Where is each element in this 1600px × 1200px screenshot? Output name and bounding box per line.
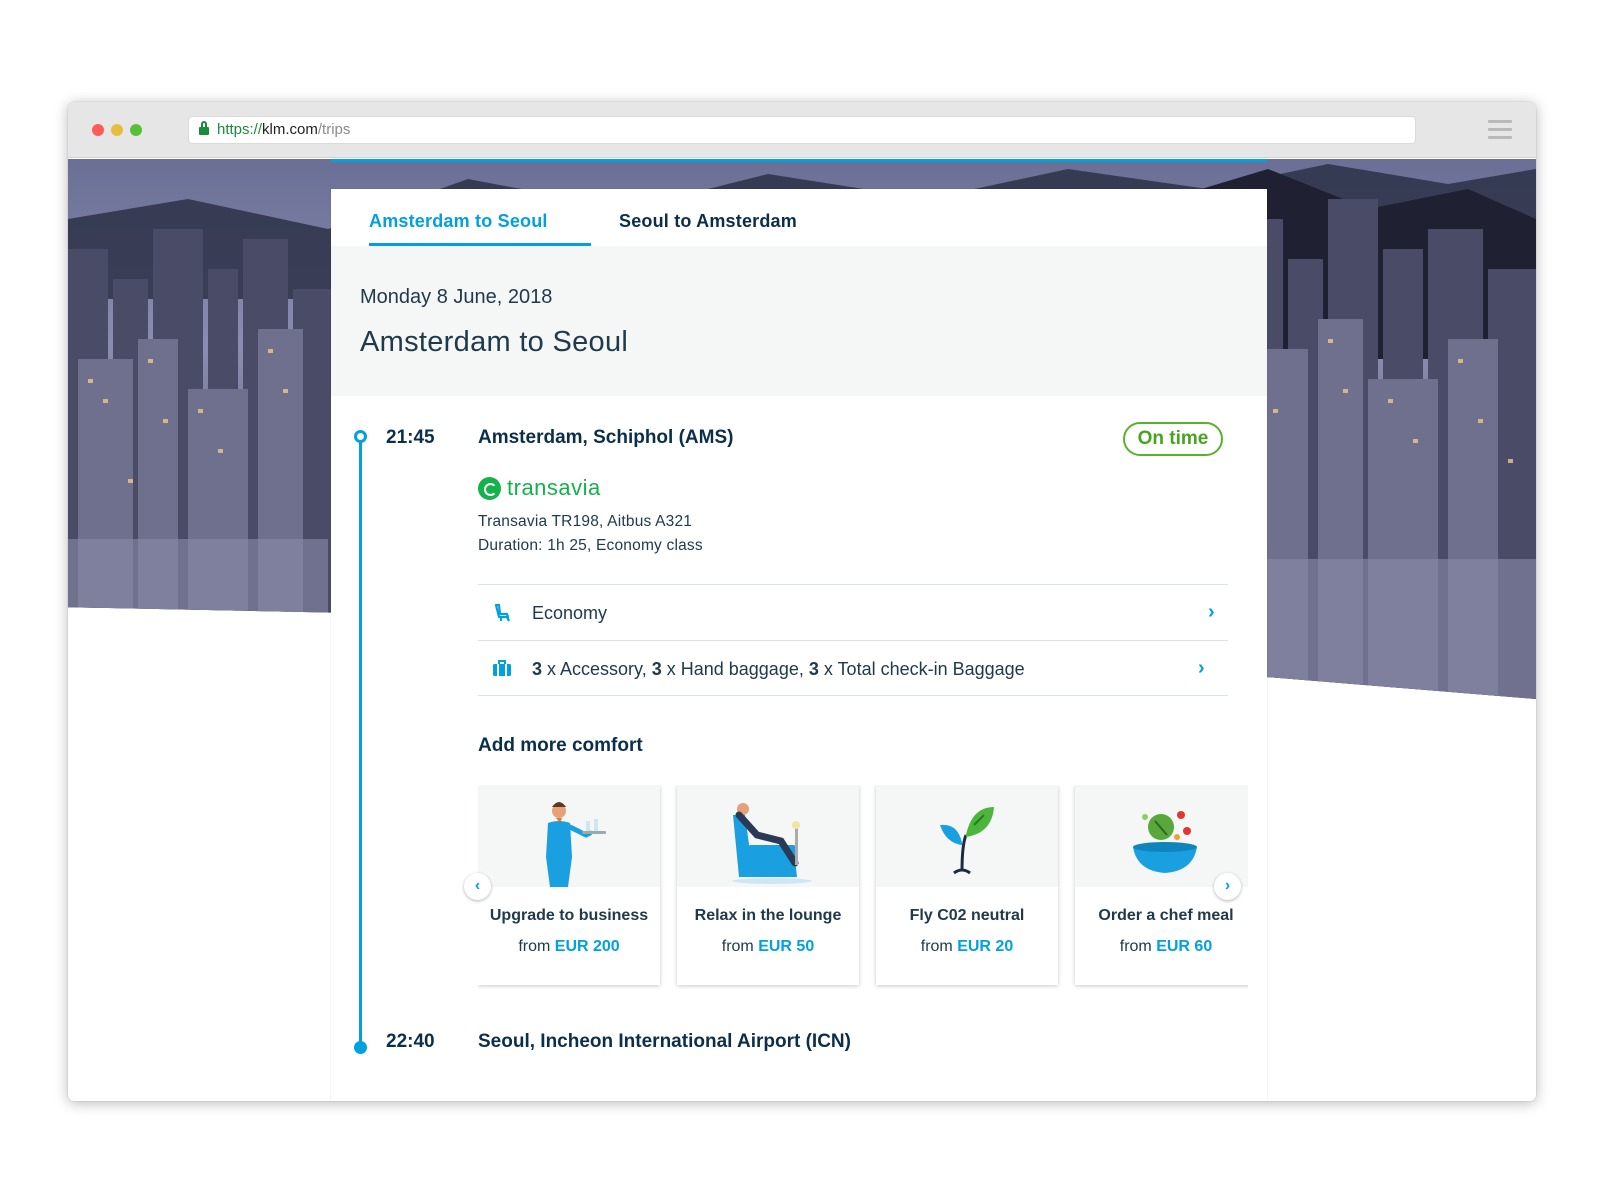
transavia-logo-icon	[478, 477, 501, 500]
comfort-tile-price: from EUR 60	[1075, 938, 1248, 956]
comfort-tile-lounge[interactable]: Relax in the lounge from EUR 50	[677, 785, 859, 985]
cabin-class-label: Economy	[532, 603, 608, 623]
chevron-right-icon: ›	[1208, 601, 1215, 623]
comfort-tile-price: from EUR 200	[478, 938, 660, 956]
tab-amsterdam-to-seoul[interactable]: Amsterdam to Seoul	[369, 211, 548, 232]
comfort-carousel: Upgrade to business from EUR 200 Relax i…	[478, 785, 1248, 990]
status-badge: On time	[1123, 422, 1223, 456]
timeline-departure-marker	[354, 430, 367, 443]
trip-summary: Monday 8 June, 2018 Amsterdam to Seoul	[331, 246, 1267, 396]
comfort-tile-title: Order a chef meal	[1098, 907, 1234, 924]
price-prefix: from	[920, 938, 958, 955]
comfort-tile-price: from EUR 20	[876, 938, 1058, 956]
trip-card: Amsterdam to Seoul Seoul to Amsterdam Mo…	[331, 189, 1267, 1101]
price-amount: EUR 50	[758, 938, 815, 955]
baggage-row[interactable]: 3 x Accessory, 3 x Hand baggage, 3 x Tot…	[478, 640, 1228, 696]
carousel-next-button[interactable]: ›	[1214, 873, 1241, 900]
maximize-window-button[interactable]	[130, 124, 142, 136]
timeline-arrival-marker	[354, 1041, 367, 1054]
hand-baggage-label: x Hand baggage,	[661, 659, 809, 679]
url-scheme: https://	[217, 121, 263, 138]
card-accent-line	[331, 159, 1267, 162]
accessory-label: x Accessory,	[542, 659, 652, 679]
flight-number: Transavia TR198, Aitbus A321	[478, 513, 693, 530]
tab-seoul-to-amsterdam[interactable]: Seoul to Amsterdam	[619, 211, 797, 232]
price-amount: EUR 200	[554, 938, 620, 955]
hamburger-menu-icon[interactable]	[1488, 120, 1512, 140]
price-amount: EUR 20	[957, 938, 1014, 955]
flight-duration: Duration: 1h 25, Economy class	[478, 537, 703, 554]
departure-time: 21:45	[386, 427, 435, 448]
accessory-count: 3	[532, 659, 543, 679]
airline-logo-text: transavia	[507, 475, 601, 500]
url-host: klm.com	[262, 121, 318, 138]
browser-toolbar: https://klm.com/trips	[68, 102, 1536, 158]
checkin-baggage-count: 3	[808, 659, 819, 679]
comfort-tile-upgrade[interactable]: Upgrade to business from EUR 200	[478, 785, 660, 985]
checkin-baggage-label: x Total check-in Baggage	[818, 659, 1025, 679]
hand-baggage-count: 3	[651, 659, 662, 679]
timeline-line	[359, 439, 362, 1051]
price-amount: EUR 60	[1156, 938, 1213, 955]
cabin-class-row[interactable]: Economy ›	[478, 584, 1228, 640]
price-prefix: from	[518, 938, 555, 955]
comfort-tile-price: from EUR 50	[677, 938, 859, 956]
url-path: /trips	[317, 121, 351, 138]
lounge-chair-icon	[732, 803, 812, 884]
seat-icon	[494, 603, 510, 622]
comfort-tile-title: Relax in the lounge	[694, 907, 842, 924]
trip-date: Monday 8 June, 2018	[360, 286, 553, 308]
comfort-tile-title: Upgrade to business	[489, 907, 649, 924]
trip-route-title: Amsterdam to Seoul	[360, 326, 629, 358]
departure-airport: Amsterdam, Schiphol (AMS)	[478, 427, 734, 448]
chevron-right-icon: ›	[1198, 657, 1205, 679]
carousel-prev-button[interactable]: ‹	[464, 873, 491, 900]
arrival-time: 22:40	[386, 1031, 435, 1052]
comfort-heading: Add more comfort	[478, 735, 643, 756]
price-prefix: from	[1119, 938, 1157, 955]
suitcase-icon	[493, 660, 511, 676]
minimize-window-button[interactable]	[111, 124, 123, 136]
trip-tabs: Amsterdam to Seoul Seoul to Amsterdam	[331, 189, 1267, 246]
address-bar[interactable]: https://klm.com/trips	[188, 116, 1416, 144]
plant-icon	[940, 807, 994, 875]
browser-window: https://klm.com/trips Amsterdam to Seoul…	[68, 102, 1536, 1101]
price-prefix: from	[721, 938, 759, 955]
lock-icon	[199, 121, 209, 135]
comfort-tile-co2[interactable]: Fly C02 neutral from EUR 20	[876, 785, 1058, 985]
comfort-tile-title: Fly C02 neutral	[909, 907, 1025, 924]
flight-attendant-icon	[546, 802, 606, 887]
salad-bowl-icon	[1133, 811, 1197, 873]
close-window-button[interactable]	[92, 124, 104, 136]
arrival-airport: Seoul, Incheon International Airport (IC…	[478, 1031, 851, 1052]
baggage-label: 3 x Accessory, 3 x Hand baggage, 3 x Tot…	[532, 659, 1025, 680]
